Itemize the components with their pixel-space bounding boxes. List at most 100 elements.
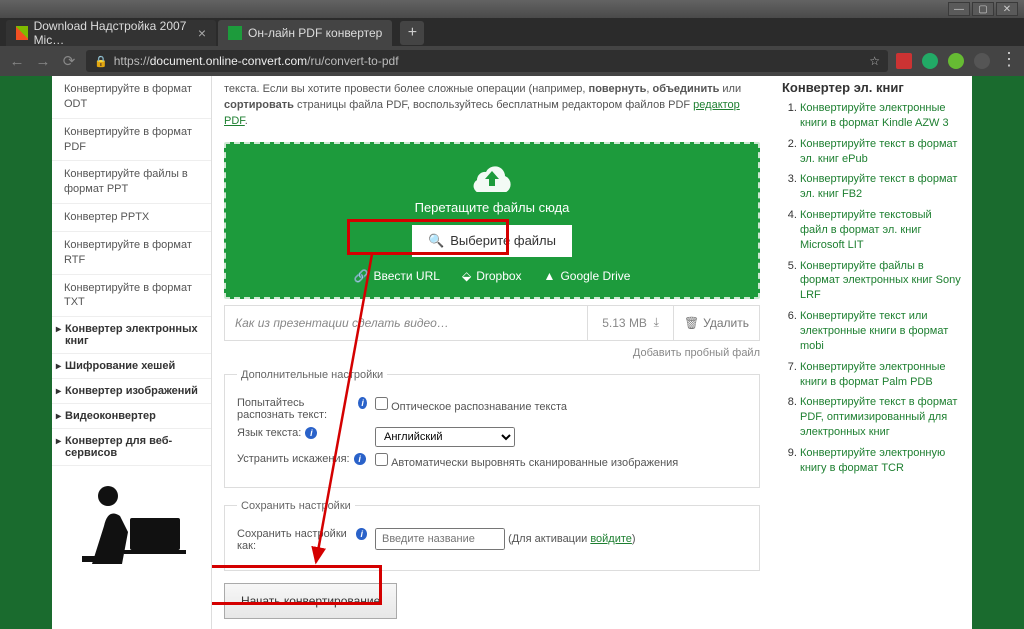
info-icon[interactable]: i: [354, 453, 366, 465]
sidebar-item[interactable]: Конвертируйте в формат PDF: [52, 119, 211, 162]
choose-files-button[interactable]: 🔍 Выберите файлы: [412, 225, 572, 257]
list-item: Конвертируйте электронные книги в формат…: [800, 360, 962, 390]
ocr-label: Попытайтесь распознать текст:: [237, 397, 354, 421]
right-sidebar-heading: Конвертер эл. книг: [782, 80, 962, 95]
ocr-desc: Оптическое распознавание текста: [391, 401, 567, 413]
new-tab-button[interactable]: +: [400, 21, 424, 45]
close-icon[interactable]: ×: [198, 25, 206, 41]
address-bar[interactable]: 🔒 https:// document.online-convert.com /…: [86, 50, 888, 72]
right-sidebar: Конвертер эл. книг Конвертируйте электро…: [772, 76, 972, 629]
info-icon[interactable]: i: [305, 427, 317, 439]
bookmark-star-icon[interactable]: ☆: [869, 54, 880, 68]
cloud-upload-icon: [469, 162, 515, 192]
converter-link[interactable]: Конвертируйте электронные книги в формат…: [800, 102, 949, 129]
window-maximize[interactable]: ▢: [972, 2, 994, 16]
enter-url-link[interactable]: 🔗Ввести URL: [354, 269, 440, 283]
tab-download[interactable]: Download Надстройка 2007 Mic… ×: [6, 20, 216, 46]
main-content: текста. Если вы хотите провести более сл…: [212, 76, 772, 629]
list-item: Конвертируйте текст в формат PDF, оптими…: [800, 395, 962, 440]
url-host: document.online-convert.com: [150, 54, 307, 68]
login-link[interactable]: войдите: [590, 533, 632, 545]
converter-link[interactable]: Конвертируйте файлы в формат электронных…: [800, 260, 961, 302]
list-item: Конвертируйте электронную книгу в формат…: [800, 446, 962, 476]
sidebar-category[interactable]: Конвертер электронных книг: [52, 317, 211, 354]
converter-link[interactable]: Конвертируйте электронную книгу в формат…: [800, 447, 945, 474]
dropzone-sources: 🔗Ввести URL ⬙Dropbox ▲Google Drive: [236, 269, 748, 283]
ms-favicon-icon: [16, 26, 28, 40]
forward-icon[interactable]: →: [34, 52, 52, 70]
left-sidebar: Конвертируйте в формат ODT Конвертируйте…: [52, 76, 212, 629]
extension-icon[interactable]: [896, 53, 912, 69]
gdrive-icon: ▲: [544, 269, 556, 283]
delete-file-button[interactable]: 🗑Удалить: [673, 306, 759, 340]
sidebar-category[interactable]: Видеоконвертер: [52, 404, 211, 429]
choose-files-label: Выберите файлы: [450, 233, 556, 248]
converter-link[interactable]: Конвертируйте текстовый файл в формат эл…: [800, 209, 932, 251]
additional-settings: Дополнительные настройки Попытайтесь рас…: [224, 369, 760, 488]
url-path: /ru/convert-to-pdf: [307, 54, 398, 68]
tab-label: Он-лайн PDF конвертер: [248, 26, 382, 40]
dropbox-link[interactable]: ⬙Dropbox: [462, 269, 522, 283]
sidebar-category[interactable]: Конвертер изображений: [52, 379, 211, 404]
extension-icon[interactable]: [922, 53, 938, 69]
page: Конвертируйте в формат ODT Конвертируйте…: [52, 76, 972, 629]
back-icon[interactable]: ←: [8, 52, 26, 70]
converter-link[interactable]: Конвертируйте текст в формат эл. книг eP…: [800, 138, 957, 165]
sidebar-category[interactable]: Конвертер для веб-сервисов: [52, 429, 211, 466]
converter-link[interactable]: Конвертируйте текст или электронные книг…: [800, 310, 948, 352]
dropzone-title: Перетащите файлы сюда: [236, 200, 748, 215]
info-icon[interactable]: i: [356, 528, 367, 540]
converter-link[interactable]: Конвертируйте текст в формат эл. книг FB…: [800, 173, 957, 200]
trash-icon: 🗑: [684, 316, 699, 330]
link-icon: 🔗: [354, 269, 369, 283]
ocr-checkbox[interactable]: [375, 397, 388, 410]
silhouette-image: [52, 466, 211, 583]
lang-label: Язык текста:: [237, 427, 301, 439]
fieldset-legend: Сохранить настройки: [237, 500, 355, 512]
dropzone[interactable]: Перетащите файлы сюда 🔍 Выберите файлы 🔗…: [224, 142, 760, 299]
sidebar-item[interactable]: Конвертируйте в формат RTF: [52, 232, 211, 275]
gdrive-link[interactable]: ▲Google Drive: [544, 269, 631, 283]
converter-link[interactable]: Конвертируйте электронные книги в формат…: [800, 361, 946, 388]
save-hint: (Для активации войдите): [508, 533, 636, 545]
sidebar-item[interactable]: Конвертируйте файлы в формат PPT: [52, 161, 211, 204]
deskew-label: Устранить искажения:: [237, 453, 350, 465]
save-settings: Сохранить настройки Сохранить настройки …: [224, 500, 760, 571]
browser-tabbar: Download Надстройка 2007 Mic… × Он-лайн …: [0, 18, 1024, 46]
uploaded-file-row: Как из презентации сделать видео… 5.13 M…: [224, 305, 760, 341]
sidebar-item[interactable]: Конвертер PPTX: [52, 204, 211, 232]
intro-text: текста. Если вы хотите провести более сл…: [224, 76, 760, 142]
file-name: Как из презентации сделать видео…: [225, 316, 587, 330]
browser-toolbar: ← → ⟳ 🔒 https:// document.online-convert…: [0, 46, 1024, 76]
url-protocol: https://: [114, 54, 150, 68]
tab-pdf-converter[interactable]: Он-лайн PDF конвертер: [218, 20, 392, 46]
list-item: Конвертируйте текстовый файл в формат эл…: [800, 208, 962, 253]
list-item: Конвертируйте текст в формат эл. книг FB…: [800, 172, 962, 202]
window-titlebar: — ▢ ✕: [0, 0, 1024, 18]
deskew-checkbox[interactable]: [375, 453, 388, 466]
list-item: Конвертируйте текст в формат эл. книг eP…: [800, 137, 962, 167]
add-trial-file-link[interactable]: Добавить пробный файл: [224, 347, 760, 359]
save-name-input[interactable]: [375, 528, 505, 550]
extension-icon[interactable]: [948, 53, 964, 69]
window-close[interactable]: ✕: [996, 2, 1018, 16]
search-icon: 🔍: [428, 233, 444, 249]
extension-icons: ⋮: [896, 53, 1016, 69]
reload-icon[interactable]: ⟳: [60, 52, 78, 70]
list-item: Конвертируйте электронные книги в формат…: [800, 101, 962, 131]
extension-icon[interactable]: [974, 53, 990, 69]
sidebar-item[interactable]: Конвертируйте в формат TXT: [52, 275, 211, 318]
fieldset-legend: Дополнительные настройки: [237, 369, 387, 381]
dropbox-icon: ⬙: [462, 269, 471, 283]
lang-select[interactable]: Английский: [375, 427, 515, 447]
tab-label: Download Надстройка 2007 Mic…: [34, 19, 188, 47]
window-minimize[interactable]: —: [948, 2, 970, 16]
ebook-converter-list: Конвертируйте электронные книги в формат…: [782, 101, 962, 476]
start-convert-button[interactable]: Начать конвертирование: [224, 583, 397, 619]
info-icon[interactable]: i: [358, 397, 367, 409]
sidebar-item[interactable]: Конвертируйте в формат ODT: [52, 76, 211, 119]
sidebar-category[interactable]: Шифрование хешей: [52, 354, 211, 379]
download-icon[interactable]: ⤓: [654, 315, 659, 330]
menu-icon[interactable]: ⋮: [1000, 53, 1016, 69]
converter-link[interactable]: Конвертируйте текст в формат PDF, оптими…: [800, 396, 957, 438]
